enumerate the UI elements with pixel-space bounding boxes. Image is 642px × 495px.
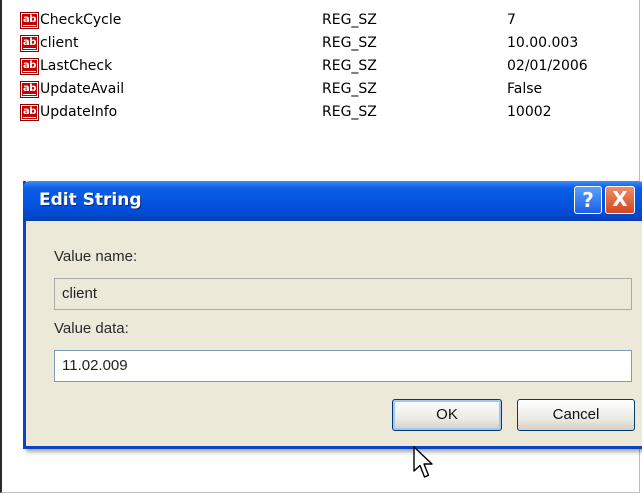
value-data: False bbox=[507, 81, 543, 97]
value-data-label: Value data: bbox=[54, 320, 129, 337]
string-value-icon: ab bbox=[20, 104, 39, 121]
value-name: UpdateAvail bbox=[40, 81, 125, 97]
help-icon[interactable]: ? bbox=[574, 186, 602, 214]
registry-row[interactable]: ab UpdateAvail REG_SZ False bbox=[20, 79, 630, 102]
value-type: REG_SZ bbox=[322, 104, 377, 120]
value-name: UpdateInfo bbox=[40, 104, 118, 120]
registry-row[interactable]: ab CheckCycle REG_SZ 7 bbox=[20, 10, 630, 33]
value-name: CheckCycle bbox=[40, 12, 122, 28]
value-type: REG_SZ bbox=[322, 35, 377, 51]
string-value-icon: ab bbox=[20, 12, 39, 29]
registry-row[interactable]: ab client REG_SZ 10.00.003 bbox=[20, 33, 630, 56]
string-value-icon: ab bbox=[20, 81, 39, 98]
value-type: REG_SZ bbox=[322, 58, 377, 74]
dialog-titlebar[interactable]: Edit String ? X bbox=[23, 181, 642, 221]
registry-row[interactable]: ab UpdateInfo REG_SZ 10002 bbox=[20, 102, 630, 125]
mouse-pointer-icon bbox=[413, 446, 433, 478]
value-data: 10.00.003 bbox=[507, 35, 579, 51]
registry-value-list: ab CheckCycle REG_SZ 7 ab client REG_SZ … bbox=[20, 10, 630, 125]
value-name-label: Value name: bbox=[54, 248, 138, 265]
value-type: REG_SZ bbox=[322, 12, 377, 28]
value-data-input[interactable]: 11.02.009 bbox=[54, 350, 632, 382]
value-data: 02/01/2006 bbox=[507, 58, 588, 74]
dialog-title: Edit String bbox=[39, 190, 142, 210]
value-name: LastCheck bbox=[40, 58, 113, 74]
registry-row[interactable]: ab LastCheck REG_SZ 02/01/2006 bbox=[20, 56, 630, 79]
edit-string-dialog: Edit String ? X Value name: client Value… bbox=[23, 181, 642, 449]
value-data: 10002 bbox=[507, 104, 552, 120]
cancel-button[interactable]: Cancel bbox=[517, 399, 635, 431]
value-name-field: client bbox=[54, 278, 632, 310]
value-type: REG_SZ bbox=[322, 81, 377, 97]
close-icon[interactable]: X bbox=[605, 186, 635, 214]
string-value-icon: ab bbox=[20, 58, 39, 75]
string-value-icon: ab bbox=[20, 35, 39, 52]
value-name: client bbox=[40, 35, 79, 51]
ok-button[interactable]: OK bbox=[392, 399, 502, 431]
value-data: 7 bbox=[507, 12, 516, 28]
